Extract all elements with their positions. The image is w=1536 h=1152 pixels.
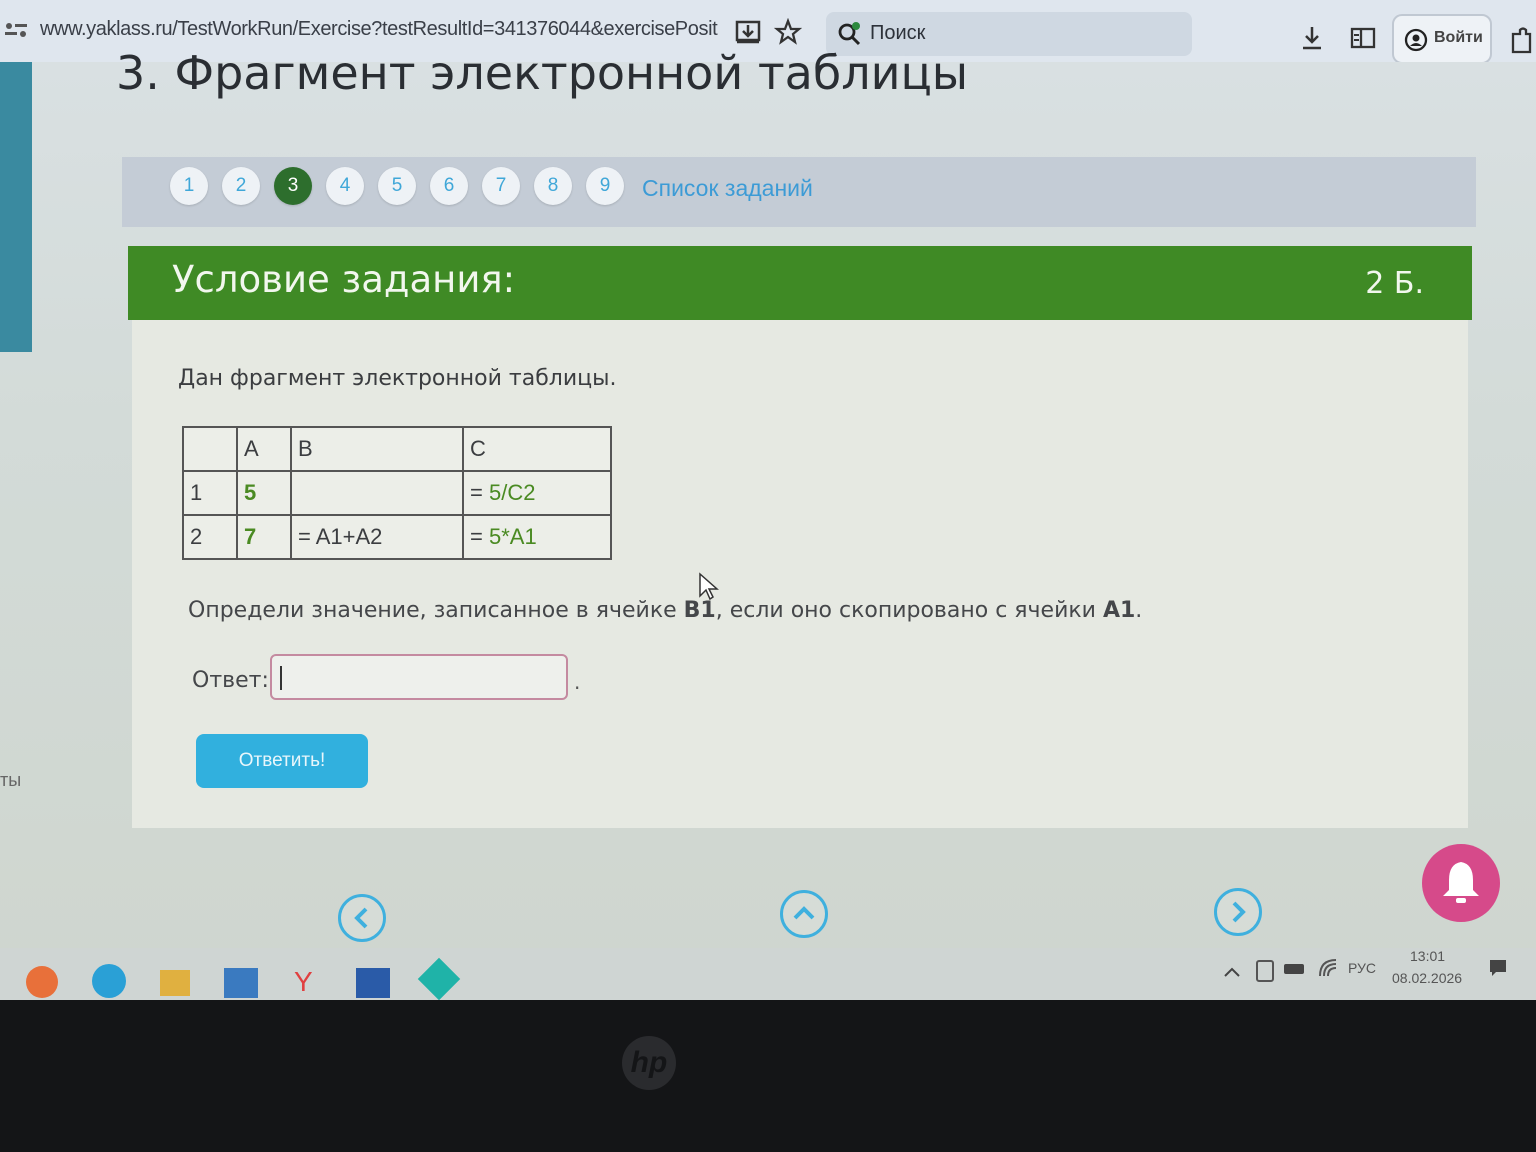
table-header-cell [182, 426, 238, 472]
formula-prefix: = [470, 480, 489, 505]
laptop-bezel: hp [0, 1000, 1536, 1152]
login-button[interactable]: Войти [1392, 14, 1492, 64]
address-bar[interactable]: www.yaklass.ru/TestWorkRun/Exercise?test… [40, 18, 730, 41]
word-icon[interactable] [356, 968, 390, 998]
table-cell: = 5/C2 [462, 470, 612, 516]
page-2-button[interactable]: 2 [222, 167, 260, 205]
answer-input[interactable] [270, 654, 568, 700]
notification-center-icon[interactable] [1488, 958, 1508, 978]
notifications-button[interactable] [1422, 844, 1500, 922]
row-number: 2 [182, 514, 238, 560]
table-cell [290, 470, 464, 516]
site-info-icon[interactable] [4, 20, 28, 40]
table-header-row: A B C [182, 426, 612, 472]
scroll-top-button[interactable] [780, 890, 828, 938]
question-text: Определи значение, записанное в ячейке [188, 598, 684, 623]
table-cell: 7 [236, 514, 292, 560]
formula-prefix: = [470, 524, 489, 549]
table-cell: = A1+A2 [290, 514, 464, 560]
page-9-button[interactable]: 9 [586, 167, 624, 205]
language-indicator[interactable]: РУС [1348, 960, 1376, 976]
clock-time[interactable]: 13:01 [1410, 948, 1445, 964]
exercise-title: 3. Фрагмент электронной таблицы [116, 46, 969, 100]
submit-answer-button[interactable]: Ответить! [196, 734, 368, 788]
reading-mode-icon[interactable] [1350, 26, 1376, 50]
battery-icon[interactable] [1284, 964, 1304, 974]
table-cell: 5 [236, 470, 292, 516]
question-cell-ref: A1 [1102, 598, 1136, 623]
left-partial-text: ты [0, 770, 22, 790]
task-pager: 1 2 3 4 5 6 7 8 9 Список заданий [122, 157, 1476, 227]
previous-task-button[interactable] [338, 894, 386, 942]
clock-date[interactable]: 08.02.2026 [1392, 970, 1462, 986]
web-page: ты 3. Фрагмент электронной таблицы 1 2 3… [0, 46, 1536, 962]
task-header-title: Условие задания: [172, 258, 516, 301]
page-3-button[interactable]: 3 [274, 167, 312, 205]
chevron-right-icon [1232, 901, 1246, 923]
answer-suffix: . [574, 670, 581, 694]
hp-logo: hp [622, 1036, 676, 1090]
bell-icon [1443, 862, 1479, 903]
mouse-cursor-icon [699, 572, 719, 601]
table-row: 2 7 = A1+A2 = 5*A1 [182, 514, 612, 560]
firefox-icon[interactable] [26, 966, 58, 998]
question-text: , если оно скопировано с ячейки [715, 598, 1103, 623]
extensions-icon[interactable] [1508, 26, 1534, 56]
device-icon[interactable] [1256, 960, 1274, 982]
wifi-icon[interactable] [1318, 958, 1338, 978]
formula-value: 5*A1 [488, 524, 537, 549]
table-header-cell: B [290, 426, 464, 472]
answer-label: Ответ: [192, 668, 269, 693]
task-body: Дан фрагмент электронной таблицы. A B C … [132, 320, 1468, 828]
table-row: 1 5 = 5/C2 [182, 470, 612, 516]
login-label: Войти [1434, 29, 1483, 46]
user-account-icon [1404, 28, 1428, 52]
task-question: Определи значение, записанное в ячейке B… [188, 598, 1142, 623]
chevron-left-icon [354, 907, 368, 929]
task-intro: Дан фрагмент электронной таблицы. [178, 366, 617, 391]
page-1-button[interactable]: 1 [170, 167, 208, 205]
task-header: Условие задания: 2 Б. [128, 246, 1472, 320]
table-header-cell: C [462, 426, 612, 472]
page-7-button[interactable]: 7 [482, 167, 520, 205]
file-explorer-icon[interactable] [160, 970, 190, 996]
favorite-star-icon[interactable] [774, 18, 802, 46]
table-cell: = 5*A1 [462, 514, 612, 560]
yandex-browser-icon[interactable]: Y [294, 966, 313, 998]
question-text: . [1135, 598, 1143, 623]
task-points: 2 Б. [1365, 266, 1424, 301]
page-4-button[interactable]: 4 [326, 167, 364, 205]
task-list-link[interactable]: Список заданий [642, 175, 813, 202]
install-app-icon[interactable] [734, 18, 762, 46]
search-icon [838, 22, 861, 46]
search-label: Поиск [870, 22, 926, 44]
text-caret [280, 666, 282, 690]
table-header-cell: A [236, 426, 292, 472]
windows-taskbar: Y РУС 13:01 08.02.2026 [0, 948, 1536, 1006]
page-5-button[interactable]: 5 [378, 167, 416, 205]
formula-value: 5/C2 [488, 480, 536, 505]
outlook-icon[interactable] [224, 968, 258, 998]
page-6-button[interactable]: 6 [430, 167, 468, 205]
page-8-button[interactable]: 8 [534, 167, 572, 205]
left-sidebar-strip [0, 62, 32, 352]
downloads-icon[interactable] [1298, 24, 1326, 52]
chevron-up-icon [793, 906, 815, 920]
row-number: 1 [182, 470, 238, 516]
edge-browser-icon[interactable] [92, 964, 126, 998]
3d-app-icon[interactable] [417, 957, 461, 1001]
chevron-up-icon[interactable] [1222, 964, 1242, 980]
next-task-button[interactable] [1214, 888, 1262, 936]
spreadsheet-fragment: A B C 1 5 = 5/C2 2 7 = A1+A2 = 5*A1 [182, 426, 612, 560]
